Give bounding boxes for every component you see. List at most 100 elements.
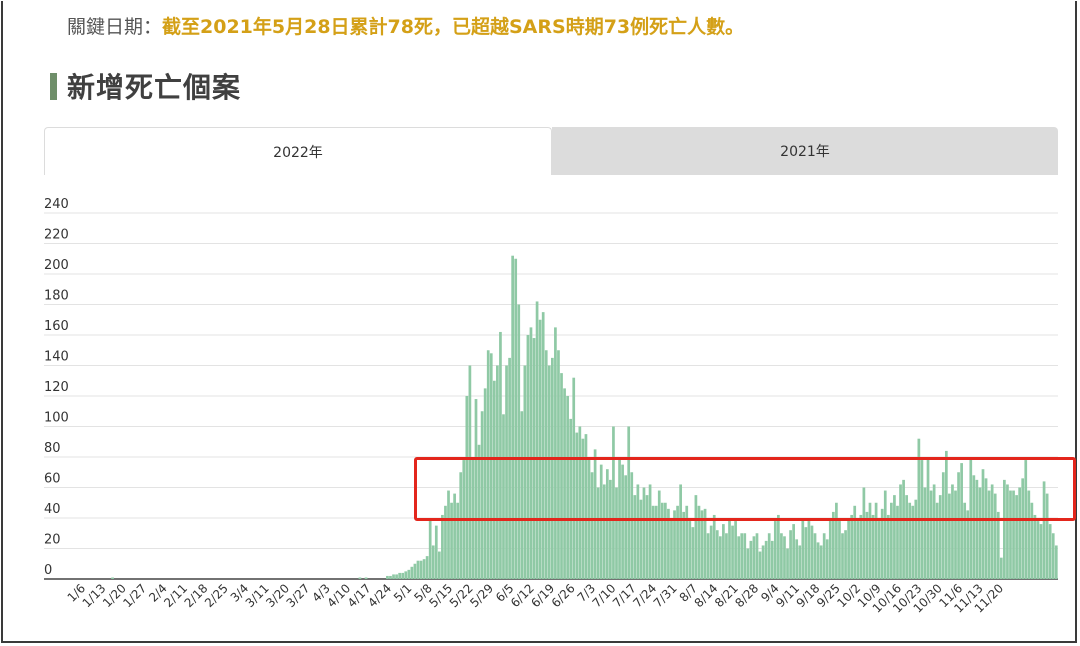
bar [1048,524,1052,579]
bar [804,527,808,579]
bar [847,518,850,579]
x-tick-label: 3/27 [284,581,313,610]
y-tick-label: 160 [44,319,69,334]
bar [688,521,692,579]
bar [1033,514,1037,579]
bar [786,548,789,579]
bar [838,521,841,579]
bar [709,525,713,579]
bar [725,533,728,579]
bar [722,524,725,579]
bar [755,533,759,579]
y-tick-label: 20 [44,533,61,548]
bar [831,511,835,579]
bar [1051,533,1055,579]
bar [996,511,1000,579]
bar [877,521,881,579]
bar [441,514,444,579]
bar [364,577,368,579]
y-tick-label: 240 [44,197,69,212]
bar [407,569,411,579]
bar [422,559,426,579]
tab-2022[interactable]: 2022年 [44,127,552,175]
bar [718,536,722,579]
x-tick-label: 2/25 [202,581,231,610]
bar [749,540,753,579]
bar [386,575,389,579]
bar [865,511,869,579]
bar [395,574,398,579]
deaths-bar-chart: 0204060801001201401601802002202401/61/13… [44,197,1058,616]
key-date-label: 關鍵日期： [67,16,163,38]
bar [404,571,408,579]
bar [810,525,814,579]
y-tick-label: 80 [44,441,61,456]
bar [859,514,863,579]
bar [389,575,392,579]
bar [734,521,737,579]
bar [828,518,832,579]
bar [764,540,768,579]
bar [682,511,686,579]
bar [392,574,395,579]
key-date-line: 關鍵日期：截至2021年5月28日累計78死，已超越SARS時期73例死亡人數。 [67,12,744,39]
x-tick-label: 5/29 [467,581,496,610]
bar [111,577,114,579]
bar [740,533,744,579]
year-tabs: 2022年 2021年 [44,127,1058,175]
bar [758,551,762,579]
bar [1039,524,1043,579]
bar [746,548,750,579]
bar [737,536,741,579]
bar [511,255,514,579]
bar [850,514,854,579]
bar [514,258,518,579]
bar [780,533,783,579]
bar [767,533,771,579]
bar [434,525,438,579]
bar [416,560,420,579]
bar [715,530,719,579]
bar [670,518,673,579]
bar [789,530,792,579]
bar [398,572,401,579]
bar [999,557,1003,579]
bar [761,545,765,579]
bar [541,312,545,579]
section-heading: 新增死亡個案 [50,66,241,106]
bar [1054,545,1058,579]
bar [425,556,429,579]
bar [437,551,441,579]
bar [431,545,435,579]
bar [499,331,502,579]
x-tick-label: 4/24 [365,581,394,610]
y-tick-label: 220 [44,228,69,243]
x-tick-label: 8/28 [732,581,761,610]
bar [413,563,417,579]
bar [819,545,823,579]
y-tick-label: 60 [44,472,61,487]
bar [401,572,405,579]
bar [712,514,716,579]
bar [517,304,521,579]
bar [816,542,820,579]
title-accent-bar [50,72,57,100]
bar [706,533,710,579]
bar [886,514,890,579]
bar [807,521,811,579]
x-tick-label: 6/26 [549,581,578,610]
bar [825,539,829,579]
bar [538,319,542,579]
page-title: 新增死亡個案 [67,71,242,104]
key-date-highlight: 截至2021年5月28日累計78死，已超越SARS時期73例死亡人數。 [162,16,745,38]
bar [856,521,860,579]
tab-2021[interactable]: 2021年 [552,127,1058,175]
bar [777,514,780,579]
bar [428,518,432,579]
bar [844,530,847,579]
y-tick-label: 140 [44,350,69,365]
y-tick-label: 40 [44,502,61,517]
bar [783,536,786,579]
bar [813,533,817,579]
bar [752,536,756,579]
